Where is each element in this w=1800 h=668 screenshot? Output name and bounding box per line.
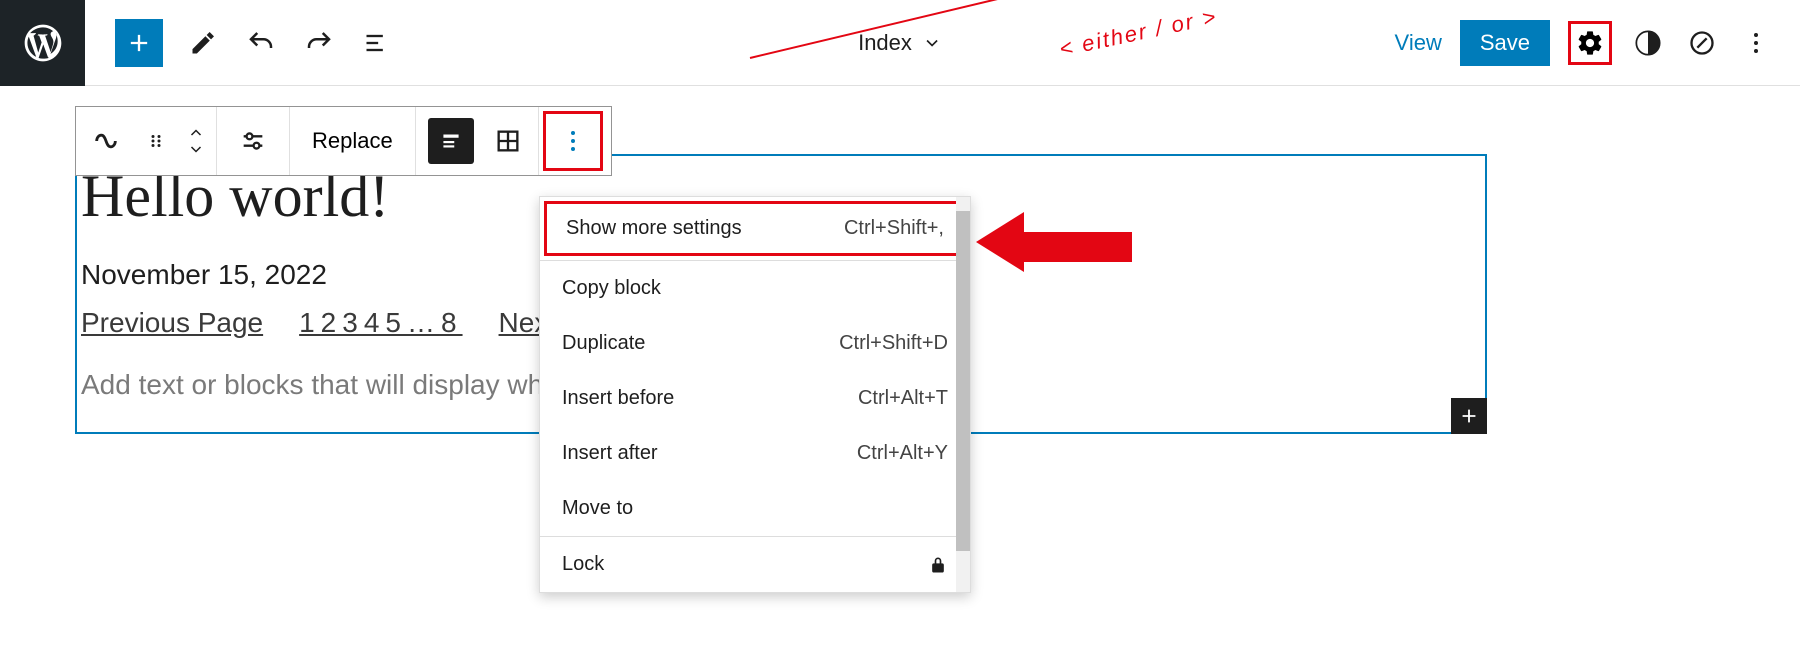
list-view-icon[interactable] (359, 25, 395, 61)
grid-layout-icon[interactable] (478, 111, 538, 171)
block-more-options-button[interactable] (543, 111, 603, 171)
inline-add-button[interactable] (1451, 398, 1487, 434)
menu-label: Move to (562, 497, 633, 520)
page-numbers[interactable]: 12345…8 (299, 307, 462, 339)
query-loop-icon[interactable] (76, 111, 136, 171)
menu-shortcut: Ctrl+Alt+Y (857, 442, 948, 465)
block-options-dropdown: Show more settings Ctrl+Shift+, Copy blo… (539, 196, 971, 593)
plus-icon (1458, 405, 1480, 427)
view-link[interactable]: View (1395, 30, 1442, 56)
undo-icon[interactable] (243, 25, 279, 61)
top-bar: Index View Save (0, 0, 1800, 86)
menu-label: Copy block (562, 277, 661, 300)
wordpress-logo[interactable] (0, 0, 85, 86)
move-updown-button[interactable] (176, 111, 216, 171)
template-selector[interactable]: Index (858, 30, 942, 56)
menu-shortcut: Ctrl+Alt+T (858, 387, 948, 410)
menu-insert-after[interactable]: Insert after Ctrl+Alt+Y (540, 426, 970, 481)
add-block-button[interactable] (115, 19, 163, 67)
menu-move-to[interactable]: Move to (540, 481, 970, 536)
save-button[interactable]: Save (1460, 20, 1550, 66)
toolbar-left (115, 19, 395, 67)
edit-icon[interactable] (185, 25, 221, 61)
menu-insert-before[interactable]: Insert before Ctrl+Alt+T (540, 371, 970, 426)
styles-icon[interactable] (1630, 25, 1666, 61)
settings-button[interactable] (1568, 21, 1612, 65)
template-title: Index (858, 30, 912, 56)
menu-copy-block[interactable]: Copy block (540, 261, 970, 316)
vertical-dots-icon (1754, 33, 1758, 53)
menu-lock[interactable]: Lock (540, 537, 970, 592)
dropdown-scrollbar[interactable] (956, 197, 970, 592)
menu-show-more-settings[interactable]: Show more settings Ctrl+Shift+, (544, 201, 966, 256)
replace-button[interactable]: Replace (290, 111, 415, 171)
vertical-dots-icon (571, 131, 575, 151)
drag-handle-icon[interactable] (136, 111, 176, 171)
menu-duplicate[interactable]: Duplicate Ctrl+Shift+D (540, 316, 970, 371)
menu-label: Show more settings (566, 217, 742, 240)
lock-icon (928, 555, 948, 575)
menu-shortcut: Ctrl+Shift+D (839, 332, 948, 355)
help-icon[interactable] (1684, 25, 1720, 61)
more-options-button[interactable] (1738, 25, 1774, 61)
previous-page-link[interactable]: Previous Page (81, 307, 263, 339)
block-toolbar: Replace (75, 106, 612, 176)
settings-sliders-icon[interactable] (217, 111, 289, 171)
menu-label: Duplicate (562, 332, 645, 355)
list-layout-icon[interactable] (428, 118, 474, 164)
redo-icon[interactable] (301, 25, 337, 61)
menu-label: Insert before (562, 387, 674, 410)
chevron-down-icon (922, 33, 942, 53)
menu-label: Insert after (562, 442, 658, 465)
menu-shortcut: Ctrl+Shift+, (844, 217, 944, 240)
scrollbar-thumb[interactable] (956, 211, 970, 551)
toolbar-right: View Save (1395, 20, 1800, 66)
menu-label: Lock (562, 553, 604, 576)
gear-icon (1576, 29, 1604, 57)
